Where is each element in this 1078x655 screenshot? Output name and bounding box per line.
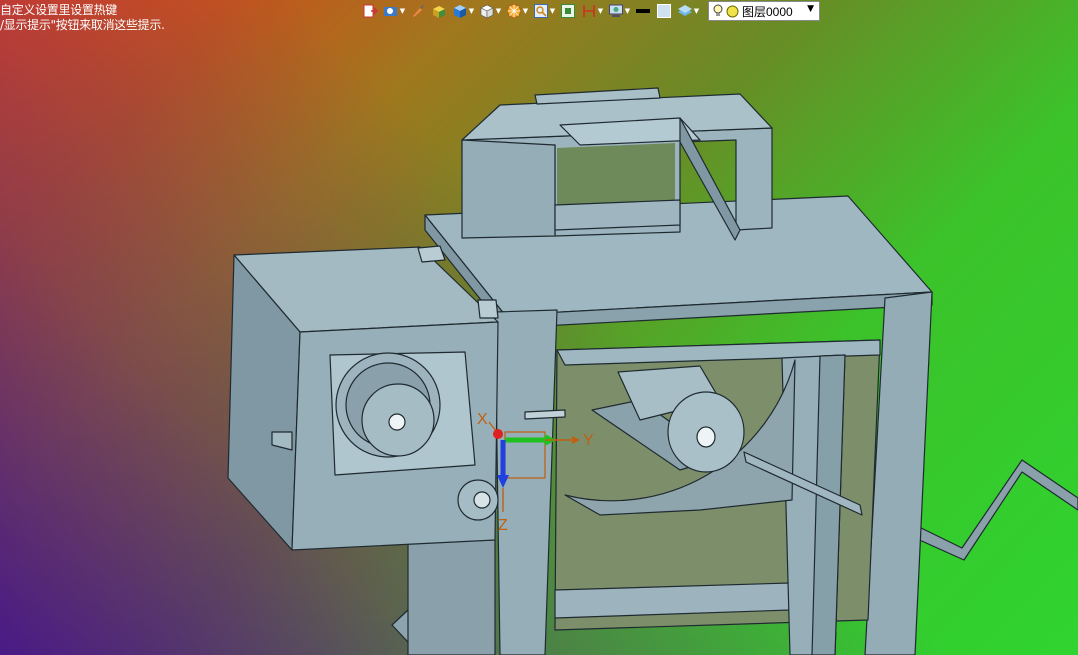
shaft-bearing-core: [473, 491, 491, 509]
fit-view-button[interactable]: [558, 1, 578, 21]
hint-line-1: 自定义设置里设置热键: [0, 3, 118, 17]
view-tools-icon: [383, 7, 397, 16]
brush-icon: [413, 5, 424, 17]
hint-text: 自定义设置里设置热键 /显示提示"按钮来取消这些提示.: [0, 3, 165, 33]
solid-shade-button[interactable]: [429, 1, 449, 21]
graphics-viewport[interactable]: 自定义设置里设置热键 /显示提示"按钮来取消这些提示. ▼ ▼ ▼ ▼ ▼ ▼ …: [0, 0, 1078, 655]
color-wheel-icon: [506, 4, 521, 18]
cad-model[interactable]: X Y Z: [0, 0, 1078, 655]
hint-line-2: /显示提示"按钮来取消这些提示.: [0, 18, 165, 32]
cube-blue-icon: [453, 5, 466, 18]
section-icon: [582, 5, 595, 17]
bolt-bar: [524, 409, 566, 420]
line-color-button[interactable]: [633, 1, 653, 21]
exit-button[interactable]: [360, 1, 380, 21]
fit-view-icon: [561, 4, 575, 18]
view-toolbar: ▼ ▼ ▼ ▼ ▼ ▼ ▼ ▼ 图层0000 ▼: [360, 0, 820, 22]
section-button[interactable]: ▼: [579, 1, 605, 21]
zoom-window-icon: [533, 4, 548, 18]
hinge-lower: [477, 299, 499, 319]
left-motor: [335, 352, 441, 458]
fill-color-button[interactable]: [654, 1, 674, 21]
triad-z-label: Z: [498, 517, 508, 534]
fill-color-icon: [657, 4, 671, 18]
layer-manager-button[interactable]: ▼: [606, 1, 632, 21]
exit-icon: [363, 4, 378, 18]
layer-color-dot-icon: [726, 5, 739, 17]
handle-window-frame: [554, 199, 681, 231]
bulb-icon: [713, 4, 723, 16]
zoom-window-button[interactable]: ▼: [531, 1, 557, 21]
brush-button[interactable]: [408, 1, 428, 21]
hinge-upper: [417, 245, 446, 263]
arm-bar: [914, 459, 1078, 561]
chevron-down-icon: ▼: [807, 4, 814, 14]
solid-shade-icon: [433, 6, 445, 18]
triad-x-label: X: [477, 411, 488, 428]
handle-side: [461, 139, 556, 239]
view-tools-button[interactable]: ▼: [381, 1, 407, 21]
cube-white-button[interactable]: ▼: [477, 1, 503, 21]
cube-white-icon: [480, 4, 494, 19]
layer-select-value: 图层0000: [742, 4, 793, 19]
line-color-icon: [636, 9, 650, 13]
right-pulley-hub: [696, 426, 716, 448]
layer-manager-icon: [608, 4, 623, 17]
triad-y-label: Y: [583, 432, 594, 449]
layer-stack-icon: [677, 5, 692, 16]
color-wheel-button[interactable]: ▼: [504, 1, 530, 21]
cube-blue-button[interactable]: ▼: [450, 1, 476, 21]
layer-select[interactable]: 图层0000 ▼: [708, 1, 820, 21]
lower-column: [407, 539, 496, 655]
layer-stack-button[interactable]: ▼: [675, 1, 701, 21]
